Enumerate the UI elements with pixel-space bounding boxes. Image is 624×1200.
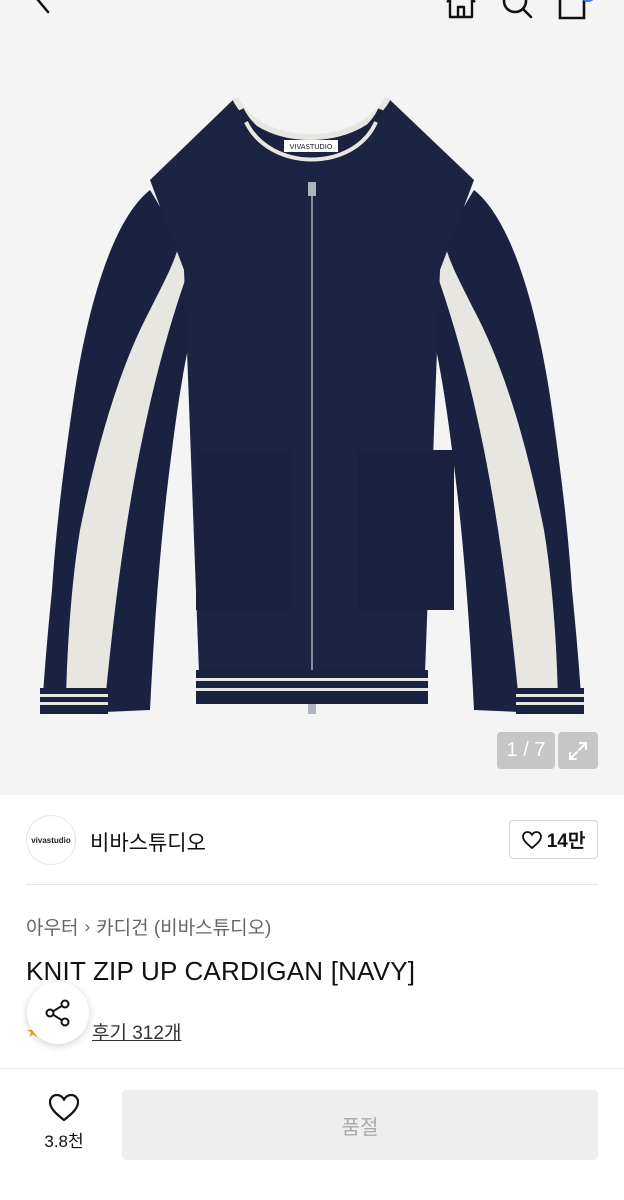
product-image-gallery[interactable]: VIVASTUDIO 1 / 7 (0, 0, 624, 795)
breadcrumb-item[interactable]: 아우터 (26, 913, 78, 940)
top-navigation (0, 0, 624, 20)
bottom-action-bar: 3.8천 품절 (0, 1068, 624, 1200)
share-button[interactable] (27, 982, 89, 1044)
heart-icon (48, 1093, 80, 1122)
chevron-left-icon[interactable] (28, 0, 58, 16)
expand-icon (569, 741, 587, 760)
home-icon[interactable] (444, 0, 478, 20)
brand-like-button[interactable]: 14만 (509, 820, 598, 859)
product-image: VIVASTUDIO (40, 96, 584, 714)
review-link[interactable]: 후기 312개 (92, 1018, 181, 1045)
product-title: KNIT ZIP UP CARDIGAN [NAVY] (26, 956, 416, 986)
pager-text: 1 / 7 (506, 739, 546, 761)
cart-icon[interactable] (556, 0, 596, 22)
wishlist-count: 3.8천 (44, 1132, 84, 1151)
breadcrumb: 아우터 › 카디건 (비바스튜디오) (26, 913, 271, 940)
wishlist-button[interactable]: 3.8천 (26, 1093, 102, 1157)
share-icon (45, 999, 70, 1027)
image-pager: 1 / 7 (497, 732, 555, 769)
brand-logo-text: vivastudio (31, 835, 71, 845)
sold-out-button[interactable]: 품절 (122, 1090, 598, 1160)
search-icon[interactable] (500, 0, 534, 20)
heart-icon (521, 830, 542, 849)
brand-row[interactable]: vivastudio 비바스튜디오 14만 (26, 815, 598, 885)
brand-name[interactable]: 비바스튜디오 (90, 827, 206, 857)
chevron-right-icon: › (84, 916, 91, 936)
breadcrumb-item[interactable]: 카디건 (비바스튜디오) (96, 913, 271, 940)
expand-image-button[interactable] (558, 732, 598, 769)
product-label: VIVASTUDIO (290, 143, 333, 151)
brand-like-count: 14만 (546, 831, 586, 852)
brand-logo[interactable]: vivastudio (26, 815, 76, 865)
